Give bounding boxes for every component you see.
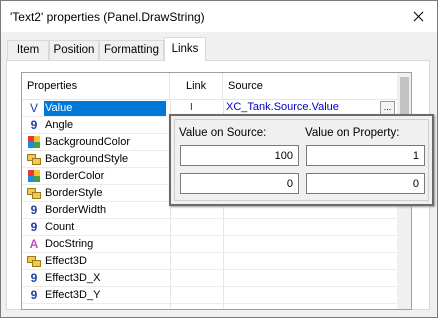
property-name[interactable]: Angle — [44, 118, 75, 133]
property-row-effect3d-y[interactable]: 9 Effect3D_Y — [22, 287, 397, 304]
number-icon: 9 — [30, 118, 38, 132]
property-name[interactable]: DocString — [44, 237, 95, 252]
source-value-field-1[interactable]: 100 — [180, 145, 299, 166]
close-button[interactable] — [399, 1, 437, 32]
column-header-source[interactable]: Source — [223, 73, 397, 99]
style-icon — [27, 254, 41, 268]
property-name[interactable]: BorderWidth — [44, 203, 108, 218]
property-name[interactable]: Effect3D_X — [44, 271, 102, 286]
number-icon: 9 — [30, 220, 38, 234]
property-name[interactable]: BorderColor — [44, 169, 106, 184]
value-mapping-popup: Value on Source: Value on Property: 100 … — [169, 114, 434, 206]
value-on-source-label: Value on Source: — [179, 127, 267, 139]
property-row-docstring[interactable]: A DocString — [22, 236, 397, 253]
window-title: 'Text2' properties (Panel.DrawString) — [10, 10, 205, 24]
tab-formatting[interactable]: Formatting — [99, 40, 164, 60]
number-icon: 9 — [30, 288, 38, 302]
property-name[interactable]: BackgroundColor — [44, 135, 132, 150]
browse-source-button[interactable]: ... — [380, 101, 395, 115]
source-cell[interactable]: XC_Tank.Source.Value — [226, 101, 339, 113]
tab-position[interactable]: Position — [49, 40, 99, 60]
color-icon — [27, 169, 41, 183]
tab-item[interactable]: Item — [7, 40, 49, 60]
column-header-properties[interactable]: Properties — [22, 73, 170, 99]
text-icon: A — [29, 237, 39, 251]
style-icon — [27, 186, 41, 200]
column-header-link[interactable]: Link — [170, 73, 223, 99]
scrollbar-thumb[interactable] — [400, 77, 409, 117]
property-row-effect3d[interactable]: Effect3D — [22, 253, 397, 270]
property-name[interactable]: Count — [44, 220, 76, 235]
number-icon: 9 — [30, 271, 38, 285]
source-value-field-2[interactable]: 0 — [180, 173, 299, 194]
property-row-count[interactable]: 9 Count — [22, 219, 397, 236]
style-icon — [27, 152, 41, 166]
number-icon: 9 — [30, 203, 38, 217]
row-divider — [22, 303, 397, 304]
property-value-field-2[interactable]: 0 — [306, 173, 425, 194]
property-value-field-1[interactable]: 1 — [306, 145, 425, 166]
title-bar: 'Text2' properties (Panel.DrawString) — [1, 1, 437, 32]
tab-links[interactable]: Links — [164, 37, 206, 61]
property-name[interactable]: Effect3D — [44, 254, 89, 269]
property-name[interactable]: Effect3D_Y — [44, 288, 102, 303]
value-icon: V — [29, 101, 38, 115]
property-name[interactable]: BackgroundStyle — [44, 152, 130, 167]
property-name[interactable]: BorderStyle — [44, 186, 104, 201]
value-on-property-label: Value on Property: — [305, 127, 400, 139]
property-row-effect3d-x[interactable]: 9 Effect3D_X — [22, 270, 397, 287]
color-icon — [27, 135, 41, 149]
property-name[interactable]: Value — [44, 101, 166, 116]
